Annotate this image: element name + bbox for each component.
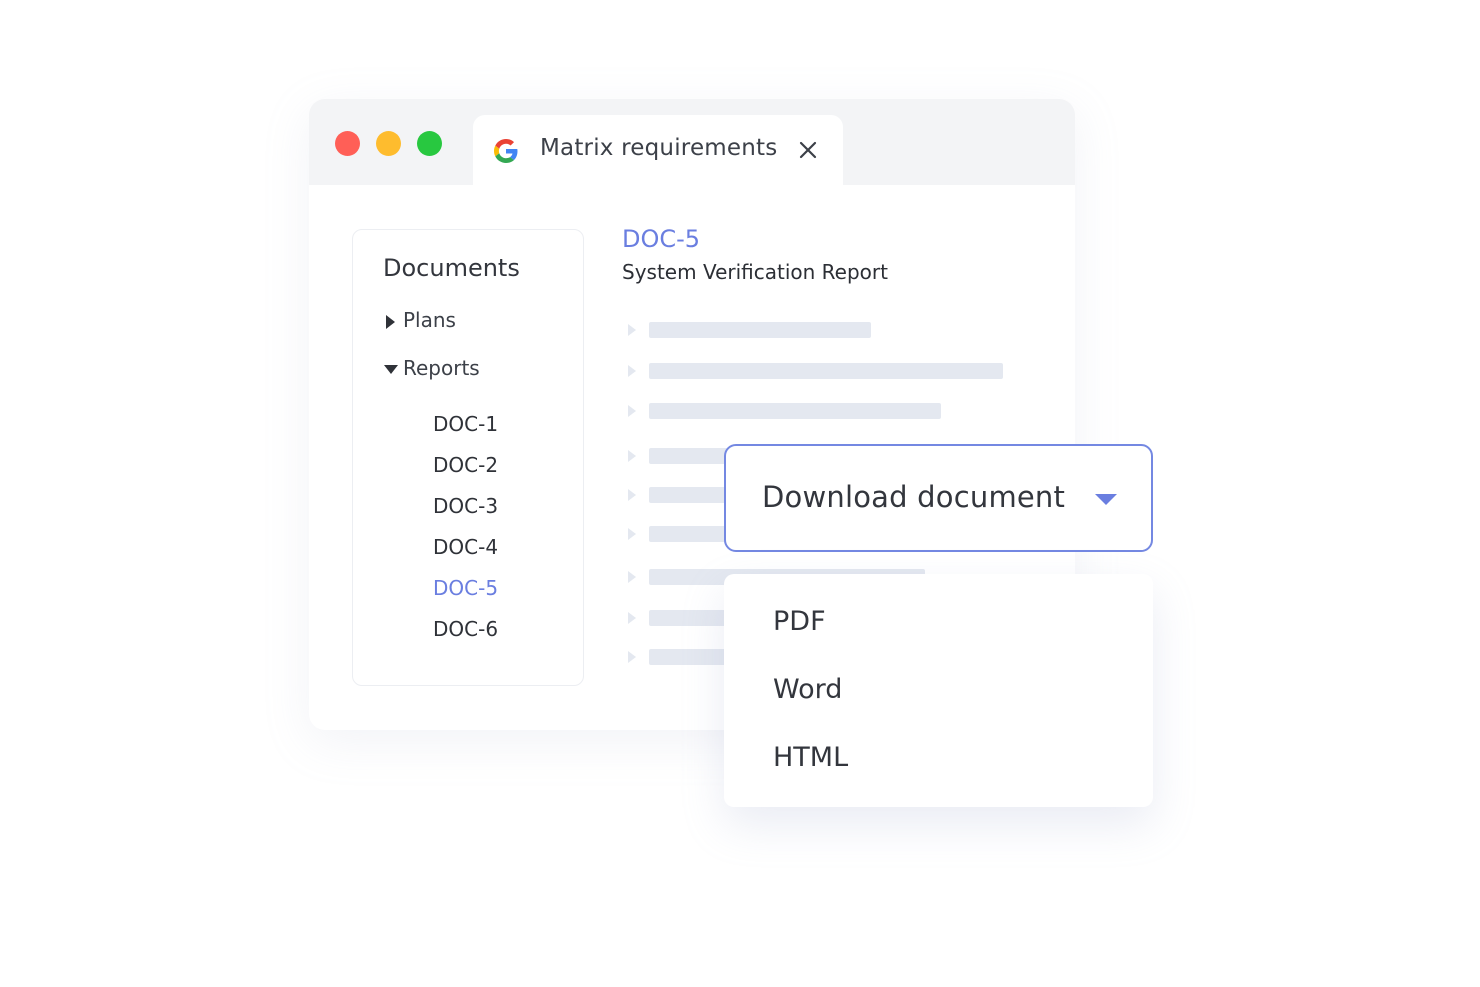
menu-item-word[interactable]: Word bbox=[773, 674, 842, 705]
caret-right-icon bbox=[628, 528, 636, 540]
document-id: DOC-5 bbox=[622, 225, 701, 253]
google-g-logo-icon bbox=[494, 139, 518, 163]
caret-right-icon bbox=[386, 315, 395, 329]
caret-right-icon bbox=[628, 450, 636, 462]
caret-right-icon bbox=[628, 489, 636, 501]
sidebar-item-doc-1[interactable]: DOC-1 bbox=[433, 412, 498, 436]
sidebar-item-doc-5[interactable]: DOC-5 bbox=[433, 576, 498, 600]
caret-right-icon bbox=[628, 651, 636, 663]
folder-label: Plans bbox=[403, 308, 456, 332]
tab-title: Matrix requirements bbox=[540, 135, 778, 161]
documents-sidebar: Documents Plans Reports DOC-1 DOC-2 DOC-… bbox=[352, 229, 584, 686]
caret-right-icon bbox=[628, 365, 636, 377]
folder-label: Reports bbox=[403, 356, 480, 380]
browser-tab[interactable]: Matrix requirements bbox=[473, 115, 843, 185]
sidebar-item-doc-4[interactable]: DOC-4 bbox=[433, 535, 498, 559]
close-icon[interactable] bbox=[797, 139, 819, 161]
caret-right-icon bbox=[628, 405, 636, 417]
download-document-button[interactable]: Download document bbox=[724, 444, 1153, 552]
window-close-dot[interactable] bbox=[335, 131, 360, 156]
placeholder-bar bbox=[649, 403, 941, 419]
caret-right-icon bbox=[628, 612, 636, 624]
window-minimize-dot[interactable] bbox=[376, 131, 401, 156]
menu-item-html[interactable]: HTML bbox=[773, 742, 848, 773]
sidebar-item-doc-6[interactable]: DOC-6 bbox=[433, 617, 498, 641]
caret-down-icon bbox=[384, 365, 398, 374]
menu-item-pdf[interactable]: PDF bbox=[773, 606, 826, 637]
browser-titlebar: Matrix requirements bbox=[309, 99, 1075, 185]
caret-right-icon bbox=[628, 324, 636, 336]
download-format-menu: PDF Word HTML bbox=[724, 574, 1153, 807]
document-title: System Verification Report bbox=[622, 260, 888, 284]
placeholder-bar bbox=[649, 363, 1003, 379]
caret-right-icon bbox=[628, 571, 636, 583]
sidebar-item-doc-3[interactable]: DOC-3 bbox=[433, 494, 498, 518]
sidebar-item-doc-2[interactable]: DOC-2 bbox=[433, 453, 498, 477]
placeholder-bar bbox=[649, 322, 871, 338]
window-maximize-dot[interactable] bbox=[417, 131, 442, 156]
download-document-label: Download document bbox=[762, 480, 1066, 514]
chevron-down-icon bbox=[1095, 494, 1117, 505]
sidebar-title: Documents bbox=[383, 254, 520, 282]
